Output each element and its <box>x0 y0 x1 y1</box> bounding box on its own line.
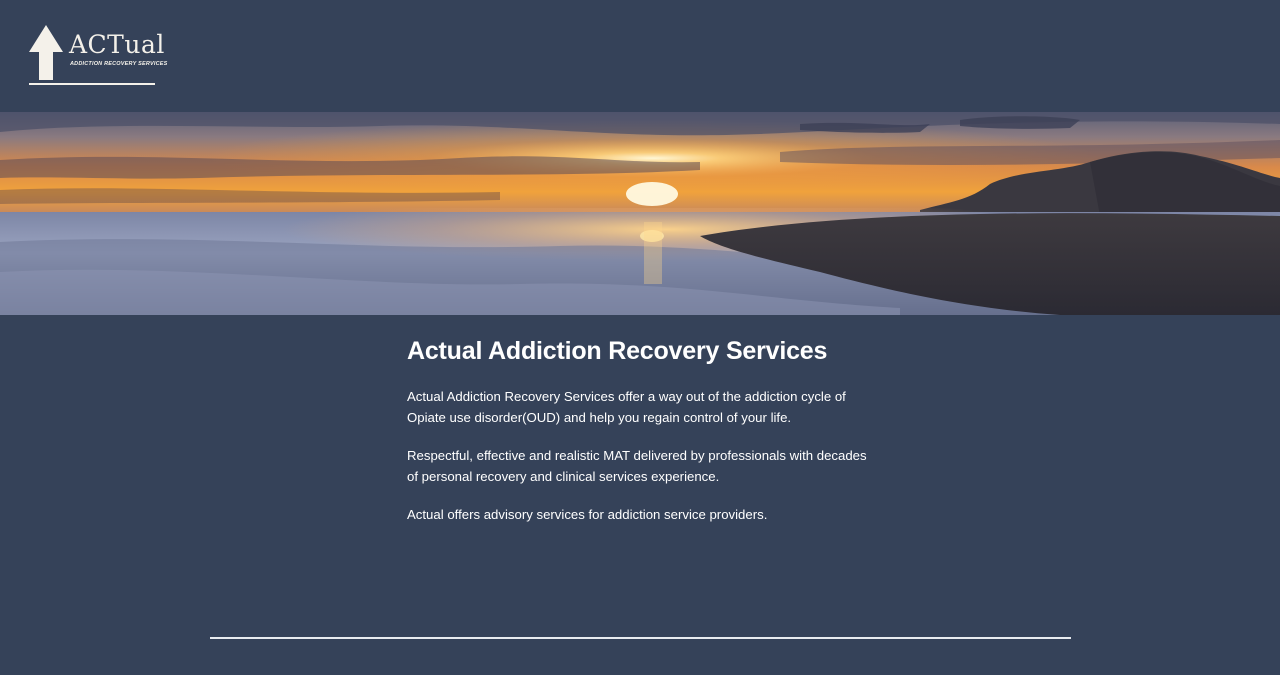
mat-paragraph: Respectful, effective and realistic MAT … <box>407 448 867 484</box>
logo-underline <box>29 83 155 85</box>
footer-divider <box>210 637 1071 639</box>
intro-paragraph: Actual Addiction Recovery Services offer… <box>407 389 846 425</box>
hero-banner-image <box>0 112 1280 315</box>
main-content: Actual Addiction Recovery Services Actua… <box>407 334 877 542</box>
logo-subtitle: ADDICTION RECOVERY SERVICES <box>70 61 168 67</box>
page-title: Actual Addiction Recovery Services <box>407 337 828 365</box>
page: ACTual ADDICTION RECOVERY SERVICES Actua… <box>0 0 1280 675</box>
up-arrow-icon <box>29 25 63 80</box>
advisory-paragraph: Actual offers advisory services for addi… <box>407 507 768 522</box>
logo-title: ACTual <box>69 30 165 59</box>
site-header: ACTual ADDICTION RECOVERY SERVICES <box>0 0 1280 112</box>
site-logo-link[interactable]: ACTual ADDICTION RECOVERY SERVICES <box>29 25 167 87</box>
